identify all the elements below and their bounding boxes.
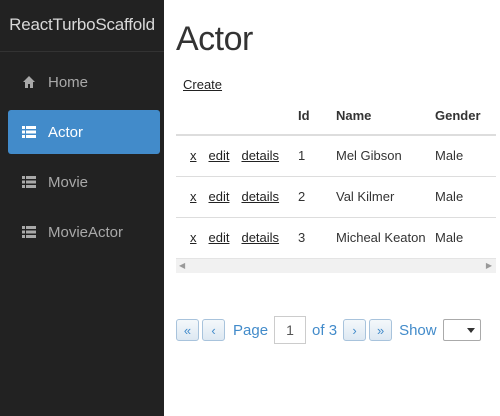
- page-title: Actor: [176, 20, 253, 58]
- column-header-name[interactable]: Name: [336, 96, 433, 136]
- sidebar: ReactTurboScaffold Home Actor Movie Movi…: [0, 0, 164, 416]
- sidebar-item-movieactor[interactable]: MovieActor: [8, 210, 160, 254]
- list-icon: [22, 225, 36, 239]
- row-actions: x edit details: [176, 135, 292, 177]
- column-header-actions: [176, 96, 292, 136]
- sidebar-item-label: Actor: [48, 123, 84, 141]
- cell-name: Micheal Keaton: [336, 217, 433, 259]
- column-header-id[interactable]: Id: [292, 96, 336, 136]
- horizontal-scrollbar[interactable]: ◀ ▶: [176, 258, 496, 273]
- page-count-label: of 3: [312, 321, 338, 339]
- first-page-button[interactable]: «: [176, 319, 199, 341]
- next-page-button[interactable]: ›: [343, 319, 367, 341]
- details-link[interactable]: details: [241, 230, 279, 245]
- main-content: Actor Create Id Name Gender x edit details…: [164, 0, 500, 416]
- sidebar-item-label: MovieActor: [48, 223, 124, 241]
- cell-name: Mel Gibson: [336, 135, 433, 177]
- edit-link[interactable]: edit: [209, 230, 230, 245]
- page-label: Page: [233, 321, 269, 339]
- delete-link[interactable]: x: [190, 189, 197, 204]
- page-number-input[interactable]: [274, 316, 307, 344]
- table-row: x edit details 2 Val Kilmer Male: [176, 176, 496, 218]
- previous-page-button[interactable]: ‹: [202, 319, 225, 341]
- home-icon: [22, 75, 36, 89]
- cell-gender: Male: [433, 135, 496, 177]
- scroll-left-arrow-icon[interactable]: ◀: [179, 261, 185, 270]
- cell-gender: Male: [433, 217, 496, 259]
- sidebar-item-label: Movie: [48, 173, 89, 191]
- cell-id: 1: [292, 135, 336, 177]
- page-size-select[interactable]: [442, 319, 481, 341]
- cell-name: Val Kilmer: [336, 176, 433, 218]
- cell-id: 3: [292, 217, 336, 259]
- show-label: Show: [399, 321, 437, 339]
- details-link[interactable]: details: [241, 148, 279, 163]
- data-table-container: Id Name Gender x edit details 1 Mel Gibson…: [176, 96, 496, 274]
- sidebar-item-movie[interactable]: Movie: [8, 160, 160, 204]
- sidebar-item-home[interactable]: Home: [8, 60, 160, 104]
- details-link[interactable]: details: [241, 189, 279, 204]
- row-actions: x edit details: [176, 176, 292, 218]
- create-link[interactable]: Create: [183, 77, 222, 92]
- list-icon: [22, 125, 36, 139]
- last-page-button[interactable]: »: [369, 319, 393, 341]
- column-header-gender[interactable]: Gender: [433, 96, 496, 136]
- chevron-down-icon: [466, 328, 475, 333]
- edit-link[interactable]: edit: [209, 148, 230, 163]
- edit-link[interactable]: edit: [209, 189, 230, 204]
- cell-gender: Male: [433, 176, 496, 218]
- delete-link[interactable]: x: [190, 148, 197, 163]
- actor-table: Id Name Gender x edit details 1 Mel Gibson…: [176, 96, 496, 259]
- pagination: « ‹ Page of 3 › » Show: [176, 316, 481, 344]
- table-row: x edit details 1 Mel Gibson Male: [176, 135, 496, 177]
- list-icon: [22, 175, 36, 189]
- table-row: x edit details 3 Micheal Keaton Male: [176, 217, 496, 259]
- table-header-row: Id Name Gender: [176, 96, 496, 136]
- row-actions: x edit details: [176, 217, 292, 259]
- sidebar-item-label: Home: [48, 73, 89, 91]
- brand-title[interactable]: ReactTurboScaffold: [0, 0, 164, 52]
- sidebar-item-actor[interactable]: Actor: [8, 110, 160, 154]
- cell-id: 2: [292, 176, 336, 218]
- scroll-right-arrow-icon[interactable]: ▶: [486, 261, 492, 270]
- delete-link[interactable]: x: [190, 230, 197, 245]
